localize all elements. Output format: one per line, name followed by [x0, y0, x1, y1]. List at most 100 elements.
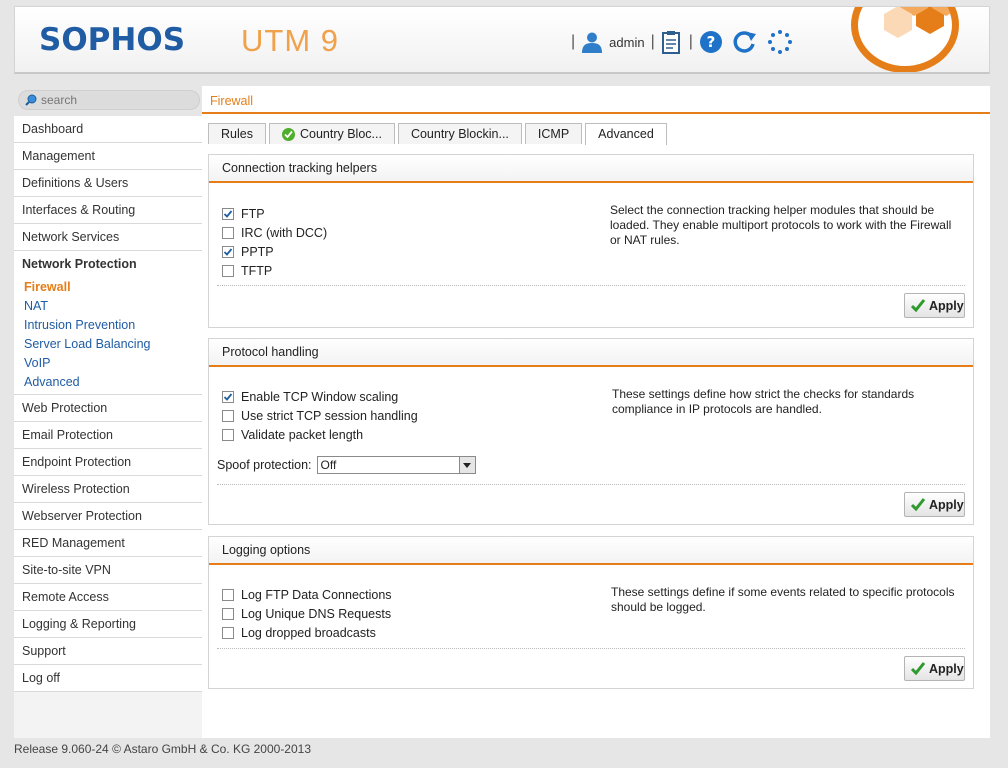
- connection-tracking-panel: Connection tracking helpers FTP IRC (wit…: [208, 154, 974, 328]
- option-label: Log Unique DNS Requests: [241, 606, 392, 621]
- log-ftp-data-checkbox[interactable]: [222, 588, 234, 601]
- tab-label: ICMP: [537, 126, 570, 141]
- nav-item-definitions-users[interactable]: Definitions & Users: [14, 170, 202, 197]
- validate-packet-length-checkbox[interactable]: [222, 428, 234, 441]
- search-box[interactable]: [18, 90, 200, 110]
- option-label: IRC (with DCC): [241, 225, 328, 240]
- check-icon: [911, 498, 925, 511]
- search-input[interactable]: [41, 92, 191, 108]
- sidebar-nav: Dashboard Management Definitions & Users…: [14, 116, 202, 738]
- app-header: SOPHOS UTM 9 | admin | | ?: [14, 6, 990, 74]
- spinner-icon[interactable]: [767, 29, 793, 55]
- nav-item-log-off[interactable]: Log off: [14, 665, 202, 692]
- tftp-option[interactable]: TFTP: [222, 261, 327, 280]
- separator: |: [650, 33, 655, 50]
- clipboard-icon[interactable]: [661, 30, 683, 54]
- validate-packet-length-option[interactable]: Validate packet length: [222, 425, 418, 444]
- option-label: Use strict TCP session handling: [241, 408, 418, 423]
- spoof-protection-select[interactable]: Off: [316, 456, 476, 474]
- product-name: UTM 9: [241, 23, 339, 58]
- tab-country-blocking[interactable]: Country Bloc...: [268, 123, 395, 144]
- panel-description: These settings define how strict the che…: [612, 387, 915, 416]
- nav-item-email-protection[interactable]: Email Protection: [14, 422, 202, 449]
- panel-title: Connection tracking helpers: [209, 155, 973, 183]
- nav-item-wireless-protection[interactable]: Wireless Protection: [14, 476, 202, 503]
- log-dns-requests-checkbox[interactable]: [222, 607, 234, 620]
- sophos-logo: SOPHOS: [39, 22, 186, 58]
- spoof-protection-row: Spoof protection: Off: [217, 456, 476, 474]
- option-label: Log dropped broadcasts: [241, 625, 376, 640]
- nav-item-interfaces-routing[interactable]: Interfaces & Routing: [14, 197, 202, 224]
- separator: |: [571, 33, 576, 50]
- nav-item-site-to-site-vpn[interactable]: Site-to-site VPN: [14, 557, 202, 584]
- check-icon: [911, 662, 925, 675]
- tcp-window-scaling-option[interactable]: Enable TCP Window scaling: [222, 387, 418, 406]
- tab-label: Country Bloc...: [299, 126, 382, 141]
- nav-item-network-protection[interactable]: Network Protection: [14, 251, 202, 278]
- user-icon[interactable]: [581, 31, 603, 53]
- tab-advanced[interactable]: Advanced: [585, 123, 667, 145]
- nav-subitem-nat[interactable]: NAT: [14, 297, 202, 316]
- nav-submenu: Firewall NAT Intrusion Prevention Server…: [14, 278, 202, 395]
- breadcrumb: Firewall: [210, 94, 254, 108]
- nav-item-endpoint-protection[interactable]: Endpoint Protection: [14, 449, 202, 476]
- nav-item-support[interactable]: Support: [14, 638, 202, 665]
- check-icon: [223, 247, 233, 256]
- ftp-checkbox[interactable]: [222, 207, 234, 220]
- check-icon: [223, 392, 233, 401]
- ftp-option[interactable]: FTP: [222, 204, 327, 223]
- tab-label: Rules: [221, 126, 253, 141]
- option-label: TFTP: [241, 263, 273, 278]
- log-dropped-broadcasts-checkbox[interactable]: [222, 626, 234, 639]
- panel-title: Logging options: [209, 537, 973, 565]
- tab-label: Advanced: [598, 127, 654, 141]
- tcp-window-scaling-checkbox[interactable]: [222, 390, 234, 403]
- tab-country-blocking-exceptions[interactable]: Country Blockin...: [397, 123, 522, 144]
- strict-tcp-option[interactable]: Use strict TCP session handling: [222, 406, 418, 425]
- nav-item-web-protection[interactable]: Web Protection: [14, 395, 202, 422]
- strict-tcp-checkbox[interactable]: [222, 409, 234, 422]
- logging-options-panel: Logging options Log FTP Data Connections…: [208, 536, 974, 689]
- main-content: Firewall Rules Country Bloc... Country B…: [202, 86, 990, 738]
- tab-icmp[interactable]: ICMP: [524, 123, 583, 144]
- nav-item-webserver-protection[interactable]: Webserver Protection: [14, 503, 202, 530]
- nav-item-remote-access[interactable]: Remote Access: [14, 584, 202, 611]
- apply-button[interactable]: Apply: [904, 293, 965, 318]
- nav-item-red-management[interactable]: RED Management: [14, 530, 202, 557]
- nav-subitem-firewall[interactable]: Firewall: [14, 278, 202, 297]
- tftp-checkbox[interactable]: [222, 264, 234, 277]
- brand-emblem: [851, 7, 959, 72]
- apply-label: Apply: [929, 661, 964, 676]
- tab-rules[interactable]: Rules: [208, 123, 266, 144]
- apply-button[interactable]: Apply: [904, 656, 965, 681]
- irc-checkbox[interactable]: [222, 226, 234, 239]
- enabled-status-icon: [281, 127, 295, 141]
- pptp-option[interactable]: PPTP: [222, 242, 327, 261]
- pptp-checkbox[interactable]: [222, 245, 234, 258]
- admin-user-link[interactable]: admin: [609, 35, 644, 50]
- panel-description: Select the connection tracking helper mo…: [610, 203, 952, 247]
- log-ftp-data-option[interactable]: Log FTP Data Connections: [222, 585, 392, 604]
- nav-item-management[interactable]: Management: [14, 143, 202, 170]
- option-label: FTP: [241, 206, 265, 221]
- search-icon: [25, 94, 37, 106]
- chevron-down-icon[interactable]: [458, 457, 475, 473]
- apply-button[interactable]: Apply: [904, 492, 965, 517]
- nav-subitem-voip[interactable]: VoIP: [14, 354, 202, 373]
- option-label: Validate packet length: [241, 427, 364, 442]
- nav-item-logging-reporting[interactable]: Logging & Reporting: [14, 611, 202, 638]
- nav-subitem-server-load-balancing[interactable]: Server Load Balancing: [14, 335, 202, 354]
- help-icon[interactable]: ?: [699, 30, 723, 54]
- nav-subitem-advanced[interactable]: Advanced: [14, 373, 202, 392]
- refresh-icon[interactable]: [731, 30, 759, 54]
- tab-bar: Rules Country Bloc... Country Blockin...…: [208, 123, 670, 145]
- nav-item-network-services[interactable]: Network Services: [14, 224, 202, 251]
- header-toolbar: | admin | | ?: [565, 29, 793, 55]
- nav-item-dashboard[interactable]: Dashboard: [14, 116, 202, 143]
- tab-label: Country Blockin...: [410, 126, 509, 141]
- log-dns-requests-option[interactable]: Log Unique DNS Requests: [222, 604, 392, 623]
- log-dropped-broadcasts-option[interactable]: Log dropped broadcasts: [222, 623, 392, 642]
- check-icon: [223, 209, 233, 218]
- nav-subitem-intrusion-prevention[interactable]: Intrusion Prevention: [14, 316, 202, 335]
- irc-option[interactable]: IRC (with DCC): [222, 223, 327, 242]
